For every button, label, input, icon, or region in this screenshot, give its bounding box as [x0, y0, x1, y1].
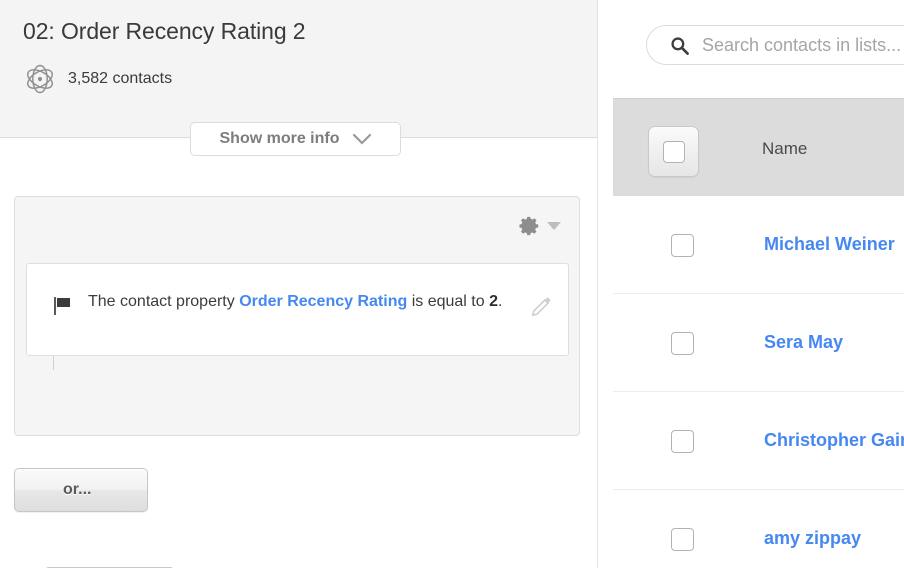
search-input[interactable]	[700, 33, 904, 57]
row-checkbox[interactable]	[671, 528, 694, 551]
criterion-suffix: .	[497, 293, 503, 310]
criterion-value: 2	[489, 293, 498, 310]
show-more-info-label: Show more info	[219, 130, 340, 147]
table-row[interactable]: Christopher Gaines	[613, 392, 904, 490]
search-icon	[671, 36, 689, 55]
page-title: 02: Order Recency Rating 2	[23, 18, 306, 44]
filter-criterion-text: The contact property Order Recency Ratin…	[88, 288, 508, 316]
add-or-filter-button[interactable]: or...	[14, 468, 148, 512]
contact-count-row: 3,582 contacts	[22, 62, 172, 96]
list-filters-panel: 02: Order Recency Rating 2 3,582 contact…	[0, 0, 598, 568]
chevron-down-icon	[352, 133, 371, 145]
table-row[interactable]: amy zippay	[613, 490, 904, 568]
criterion-middle: is equal to	[407, 293, 490, 310]
search-area	[613, 0, 904, 98]
table-row[interactable]: Sera May	[613, 294, 904, 392]
table-row[interactable]: Michael Weiner	[613, 196, 904, 294]
row-checkbox[interactable]	[671, 234, 694, 257]
list-detail-screen: 02: Order Recency Rating 2 3,582 contact…	[0, 0, 904, 568]
show-more-info-button[interactable]: Show more info	[190, 122, 401, 156]
atom-icon	[27, 64, 53, 94]
list-header: 02: Order Recency Rating 2 3,582 contact…	[0, 0, 597, 156]
pencil-edit-icon[interactable]	[530, 296, 552, 318]
row-checkbox[interactable]	[671, 332, 694, 355]
filter-settings-menu[interactable]	[519, 215, 561, 237]
row-checkbox[interactable]	[671, 430, 694, 453]
filter-group: The contact property Order Recency Ratin…	[14, 196, 580, 568]
select-all-checkbox[interactable]	[662, 140, 685, 163]
contact-name-link[interactable]: Christopher Gaines	[764, 430, 904, 451]
criterion-prefix: The contact property	[88, 293, 240, 310]
contact-name-link[interactable]: Michael Weiner	[764, 234, 895, 255]
contacts-table-header: Name	[613, 98, 904, 196]
or-button-label: or...	[63, 481, 92, 498]
search-box[interactable]	[646, 25, 904, 65]
contact-name-link[interactable]: amy zippay	[764, 528, 861, 549]
criterion-property-link[interactable]: Order Recency Rating	[239, 293, 407, 310]
filter-criterion-card[interactable]: The contact property Order Recency Ratin…	[26, 263, 569, 356]
contact-count-label: 3,582 contacts	[68, 70, 173, 87]
contacts-panel: Name Michael Weiner Sera May Christopher…	[613, 0, 904, 568]
contact-name-link[interactable]: Sera May	[764, 332, 843, 353]
column-header-name: Name	[762, 139, 808, 158]
filter-connector-line	[53, 356, 54, 370]
flag-icon	[54, 297, 70, 315]
chevron-down-icon	[547, 222, 561, 230]
select-all-button[interactable]	[648, 126, 699, 177]
gear-icon	[519, 216, 539, 236]
